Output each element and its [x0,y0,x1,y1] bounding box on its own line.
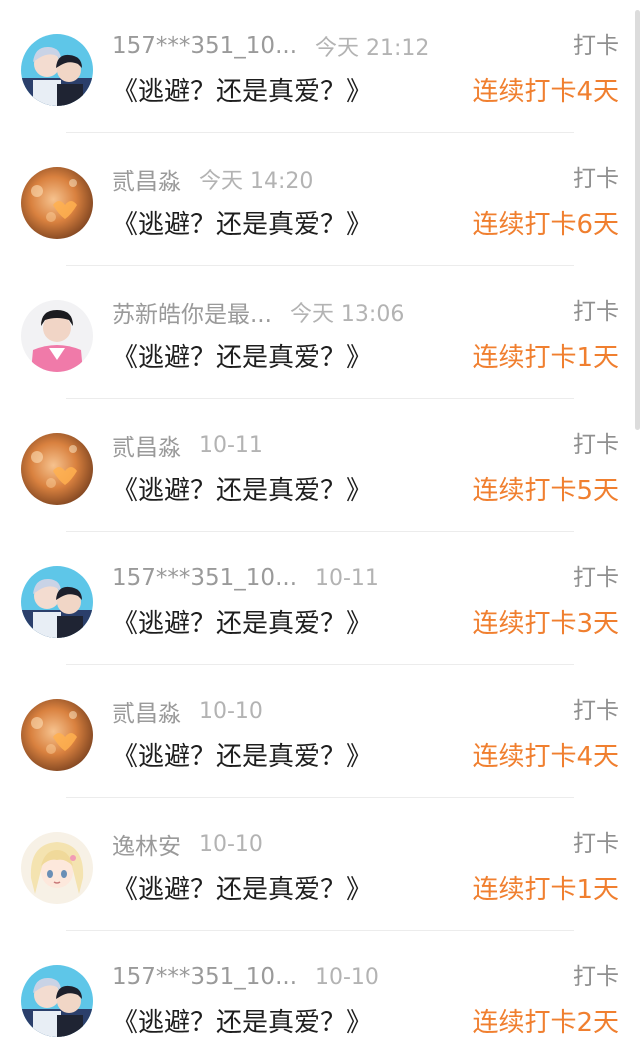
user-name[interactable]: 157***351_10... [112,964,297,990]
avatar[interactable] [21,699,93,771]
streak-label: 连续打卡1天 [472,875,619,905]
list-item[interactable]: 贰昌淼 10-10 打卡 《逃避？还是真爱？》 连续打卡4天 [0,665,640,798]
meta-row: 157***351_10... 今天 21:12 [112,28,620,64]
avatar[interactable] [21,167,93,239]
user-name[interactable]: 苏新皓你是最... [112,295,272,329]
post-title[interactable]: 《逃避？还是真爱？》 [112,1003,372,1043]
checkin-tag: 打卡 [573,33,619,59]
list-item[interactable]: 贰昌淼 今天 14:20 打卡 《逃避？还是真爱？》 连续打卡6天 [0,133,640,266]
post-title[interactable]: 《逃避？还是真爱？》 [112,870,372,910]
list-item[interactable]: 贰昌淼 10-11 打卡 《逃避？还是真爱？》 连续打卡5天 [0,399,640,532]
meta-row: 逸林安 10-10 [112,826,620,862]
timestamp: 10-11 [199,432,263,458]
timestamp: 今天 14:20 [199,169,314,194]
checkin-tag: 打卡 [573,432,619,458]
checkin-tag: 打卡 [573,565,619,591]
checkin-tag: 打卡 [573,964,619,990]
list-item[interactable]: 157***351_10... 今天 21:12 打卡 《逃避？还是真爱？》 连… [0,0,640,133]
post-title[interactable]: 《逃避？还是真爱？》 [112,72,372,112]
post-title[interactable]: 《逃避？还是真爱？》 [112,338,372,378]
checkin-tag: 打卡 [573,698,619,724]
post-title[interactable]: 《逃避？还是真爱？》 [112,471,372,511]
timestamp: 10-10 [315,964,379,990]
user-name[interactable]: 贰昌淼 [112,694,181,728]
list-item[interactable]: 逸林安 10-10 打卡 《逃避？还是真爱？》 连续打卡1天 [0,798,640,931]
streak-label: 连续打卡5天 [472,476,619,506]
timestamp: 10-11 [315,565,379,591]
streak-label: 连续打卡3天 [472,609,619,639]
meta-row: 贰昌淼 10-11 [112,427,620,463]
scrollbar[interactable] [635,10,640,430]
meta-row: 贰昌淼 10-10 [112,693,620,729]
post-title[interactable]: 《逃避？还是真爱？》 [112,205,372,245]
streak-label: 连续打卡4天 [472,77,619,107]
checkin-tag: 打卡 [573,299,619,325]
user-name[interactable]: 贰昌淼 [112,162,181,196]
user-name[interactable]: 逸林安 [112,827,181,861]
list-item[interactable]: 157***351_10... 10-11 打卡 《逃避？还是真爱？》 连续打卡… [0,532,640,665]
avatar[interactable] [21,566,93,638]
meta-row: 157***351_10... 10-10 [112,959,620,995]
meta-row: 157***351_10... 10-11 [112,560,620,596]
avatar[interactable] [21,832,93,904]
checkin-list: 157***351_10... 今天 21:12 打卡 《逃避？还是真爱？》 连… [0,0,640,1064]
avatar[interactable] [21,34,93,106]
checkin-tag: 打卡 [573,166,619,192]
user-name[interactable]: 贰昌淼 [112,428,181,462]
user-name[interactable]: 157***351_10... [112,565,297,591]
streak-label: 连续打卡6天 [472,210,619,240]
list-item[interactable]: 苏新皓你是最... 今天 13:06 打卡 《逃避？还是真爱？》 连续打卡1天 [0,266,640,399]
checkin-tag: 打卡 [573,831,619,857]
streak-label: 连续打卡4天 [472,742,619,772]
meta-row: 苏新皓你是最... 今天 13:06 [112,294,620,330]
timestamp: 10-10 [199,831,263,857]
post-title[interactable]: 《逃避？还是真爱？》 [112,737,372,777]
timestamp: 今天 21:12 [315,36,430,61]
avatar[interactable] [21,433,93,505]
meta-row: 贰昌淼 今天 14:20 [112,161,620,197]
timestamp: 10-10 [199,698,263,724]
timestamp: 今天 13:06 [289,302,405,327]
list-item[interactable]: 157***351_10... 10-10 打卡 《逃避？还是真爱？》 连续打卡… [0,931,640,1064]
avatar[interactable] [21,300,93,372]
post-title[interactable]: 《逃避？还是真爱？》 [112,604,372,644]
avatar[interactable] [21,965,93,1037]
streak-label: 连续打卡2天 [472,1008,619,1038]
streak-label: 连续打卡1天 [472,343,619,373]
user-name[interactable]: 157***351_10... [112,33,297,59]
